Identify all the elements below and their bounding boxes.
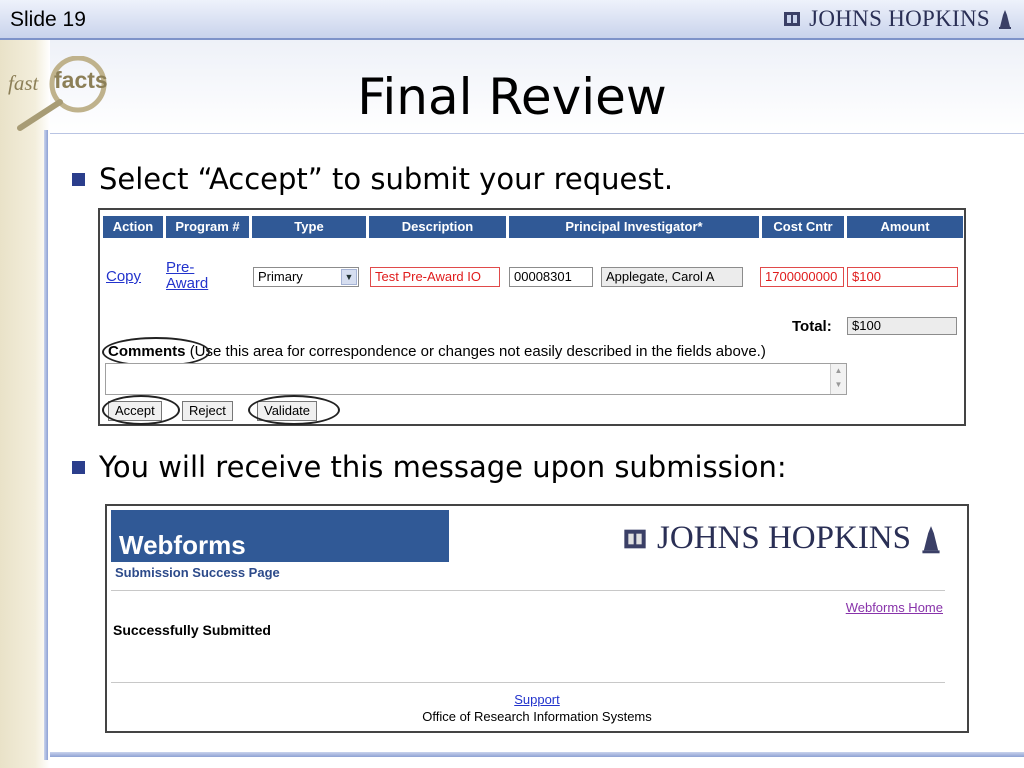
johns-hopkins-logo: JOHNS HOPKINS: [623, 520, 941, 557]
column-header: Program #: [166, 216, 252, 238]
slide-number: Slide 19: [10, 8, 86, 31]
pi-name-field: Applegate, Carol A: [601, 267, 743, 287]
webforms-home-link[interactable]: Webforms Home: [846, 600, 943, 615]
support-link-row: Support: [107, 692, 967, 707]
bottom-accent-line: [50, 752, 1024, 757]
form-column-headers: Action Program # Type Description Princi…: [103, 216, 963, 238]
validate-highlight-circle: [248, 395, 340, 425]
bullet-text: You will receive this message upon submi…: [99, 450, 787, 484]
slide-title: Final Review: [357, 68, 667, 126]
bullet-item: Select “Accept” to submit your request.: [72, 162, 673, 196]
total-value-field: $100: [847, 317, 957, 335]
accept-highlight-circle: [102, 395, 180, 425]
webforms-title-band: Webforms: [111, 510, 449, 562]
textarea-scrollbar[interactable]: ▲ ▼: [830, 364, 846, 394]
bullet-text: Select “Accept” to submit your request.: [99, 162, 674, 196]
success-message: Successfully Submitted: [113, 622, 271, 638]
office-name: Office of Research Information Systems: [422, 709, 652, 724]
webforms-title: Webforms: [119, 530, 246, 560]
amount-field[interactable]: $100: [847, 267, 958, 287]
dome-statue-icon: [922, 525, 940, 553]
program-pre-award-link[interactable]: Pre- Award: [166, 260, 208, 292]
johns-hopkins-wordmark: JOHNS HOPKINS: [657, 520, 911, 556]
johns-hopkins-wordmark: JOHNS HOPKINS: [809, 6, 990, 31]
column-header: Cost Cntr: [762, 216, 847, 238]
cost-center-field[interactable]: 1700000000: [760, 267, 844, 287]
support-link[interactable]: Support: [514, 692, 560, 707]
divider: [111, 682, 945, 683]
university-flag-icon: [624, 529, 646, 548]
reject-button[interactable]: Reject: [182, 401, 233, 421]
type-select[interactable]: Primary ▼: [253, 267, 359, 287]
type-select-value: Primary: [258, 269, 303, 284]
divider: [111, 590, 945, 591]
program-link-line2: Award: [166, 275, 209, 292]
success-page-subtitle: Submission Success Page: [115, 565, 280, 580]
comments-hint: (Use this area for correspondence or cha…: [189, 343, 766, 360]
pi-id-field[interactable]: 00008301: [509, 267, 593, 287]
column-header: Action: [103, 216, 166, 238]
copy-link[interactable]: Copy: [106, 268, 141, 285]
column-header: Description: [369, 216, 509, 238]
column-header: Amount: [847, 216, 963, 238]
description-field[interactable]: Test Pre-Award IO: [370, 267, 500, 287]
comments-textarea[interactable]: ▲ ▼: [105, 363, 847, 395]
dome-statue-icon: [999, 10, 1011, 29]
university-flag-icon: [784, 12, 801, 26]
slide-top-bar: Slide 19 JOHNS HOPKINS: [0, 0, 1024, 40]
total-label: Total:: [792, 318, 832, 335]
final-review-form-screenshot: Action Program # Type Description Princi…: [98, 208, 966, 426]
bullet-square-icon: [72, 460, 85, 474]
bullet-item: You will receive this message upon submi…: [72, 450, 787, 484]
bullet-square-icon: [72, 172, 85, 186]
column-header: Type: [252, 216, 369, 238]
column-header: Principal Investigator*: [509, 216, 762, 238]
program-link-line1: Pre-: [166, 259, 195, 276]
johns-hopkins-header-logo: JOHNS HOPKINS: [783, 6, 1012, 32]
chevron-down-icon: ▼: [341, 269, 357, 285]
submission-success-screenshot: Webforms Submission Success Page JOHNS H…: [105, 504, 969, 733]
left-accent-line: [44, 130, 48, 760]
